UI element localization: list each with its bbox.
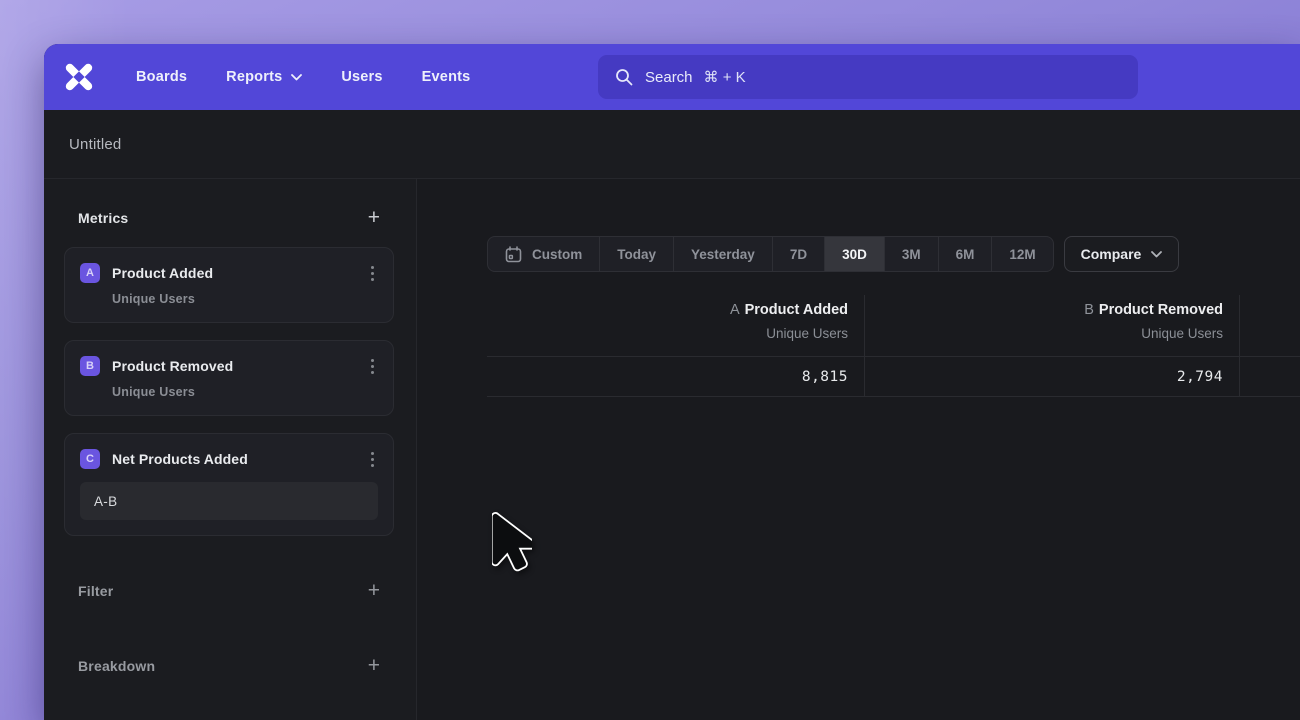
add-filter-button[interactable]: +: [368, 582, 380, 600]
search-icon: [615, 68, 633, 86]
nav-item-boards[interactable]: Boards: [136, 69, 187, 85]
table-header-col-a: A Product Added Unique Users: [487, 295, 865, 356]
breakdown-label: Breakdown: [78, 658, 155, 674]
app-window: Boards Reports Users Events Search ⌘ + K…: [44, 44, 1300, 720]
nav-item-reports-label: Reports: [226, 69, 282, 85]
app-logo-icon[interactable]: [64, 62, 94, 92]
range-today[interactable]: Today: [599, 237, 673, 271]
add-breakdown-button[interactable]: +: [368, 657, 380, 675]
breakdown-section: Breakdown +: [78, 657, 380, 675]
metric-card-head: C Net Products Added: [80, 449, 378, 469]
range-6m[interactable]: 6M: [938, 237, 992, 271]
range-12m[interactable]: 12M: [991, 237, 1052, 271]
table-cell-b[interactable]: 2,794: [865, 357, 1240, 396]
metric-name: Product Added: [112, 265, 213, 281]
table-header-col-b: B Product Removed Unique Users: [865, 295, 1240, 356]
filter-section: Filter +: [78, 582, 380, 600]
column-title: A Product Added: [487, 302, 848, 318]
search-shortcut: ⌘ + K: [704, 68, 746, 86]
table-header-row: A Product Added Unique Users B Product Rem…: [487, 295, 1300, 356]
chevron-down-icon: [291, 74, 302, 81]
chevron-down-icon: [1151, 251, 1162, 258]
metric-name: Product Removed: [112, 358, 233, 374]
calendar-icon: [505, 246, 522, 263]
range-custom-label: Custom: [532, 247, 582, 262]
compare-label: Compare: [1081, 246, 1142, 262]
metric-card-c[interactable]: C Net Products Added A-B: [64, 433, 394, 536]
column-prefix: B: [1084, 302, 1094, 318]
report-header: Untitled: [44, 110, 1300, 179]
nav-item-reports[interactable]: Reports: [226, 69, 302, 85]
metric-badge-a: A: [80, 263, 100, 283]
mouse-cursor-icon: [492, 510, 532, 572]
metric-card-head: B Product Removed: [80, 356, 378, 376]
range-3m[interactable]: 3M: [884, 237, 938, 271]
metric-value-a: 8,815: [802, 369, 848, 385]
date-range-picker: Custom Today Yesterday 7D 30D 3M 6M 12M: [487, 236, 1054, 272]
search-placeholder: Search ⌘ + K: [645, 68, 746, 86]
column-title: B Product Removed: [865, 302, 1223, 318]
column-metric-name: Product Added: [745, 302, 848, 318]
column-metric-name: Product Removed: [1099, 302, 1223, 318]
search-input[interactable]: Search ⌘ + K: [598, 55, 1138, 99]
range-30d-selected[interactable]: 30D: [824, 237, 884, 271]
nav-items: Boards Reports Users Events: [136, 69, 470, 85]
metric-value-b: 2,794: [1177, 369, 1223, 385]
range-custom[interactable]: Custom: [488, 237, 599, 271]
column-prefix: A: [730, 302, 740, 318]
sidebar: Metrics + A Product Added Unique Users B…: [44, 179, 417, 720]
metric-name: Net Products Added: [112, 451, 248, 467]
metrics-header: Metrics +: [78, 209, 380, 227]
column-subtitle: Unique Users: [487, 326, 848, 341]
column-subtitle: Unique Users: [865, 326, 1223, 341]
metric-card-a[interactable]: A Product Added Unique Users: [64, 247, 394, 323]
app-body: Metrics + A Product Added Unique Users B…: [44, 179, 1300, 720]
table-header-col-empty: [1240, 295, 1300, 356]
metric-card-b[interactable]: B Product Removed Unique Users: [64, 340, 394, 416]
nav-item-events[interactable]: Events: [422, 69, 471, 85]
results-table: A Product Added Unique Users B Product Rem…: [487, 295, 1300, 397]
compare-button[interactable]: Compare: [1064, 236, 1180, 272]
nav-item-users[interactable]: Users: [341, 69, 382, 85]
date-toolbar: Custom Today Yesterday 7D 30D 3M 6M 12M …: [487, 236, 1179, 272]
metric-card-head: A Product Added: [80, 263, 378, 283]
filter-label: Filter: [78, 583, 113, 599]
report-title[interactable]: Untitled: [69, 136, 121, 153]
kebab-menu-icon[interactable]: [367, 450, 378, 469]
top-nav: Boards Reports Users Events Search ⌘ + K: [44, 44, 1300, 110]
add-metric-button[interactable]: +: [368, 209, 380, 227]
table-cell-a[interactable]: 8,815: [487, 357, 865, 396]
metric-subtitle[interactable]: Unique Users: [112, 385, 378, 399]
search-placeholder-text: Search: [645, 69, 693, 86]
range-7d[interactable]: 7D: [772, 237, 824, 271]
table-cell-empty: [1240, 357, 1300, 396]
metric-subtitle[interactable]: Unique Users: [112, 292, 378, 306]
metrics-label: Metrics: [78, 210, 128, 226]
metric-badge-c: C: [80, 449, 100, 469]
kebab-menu-icon[interactable]: [367, 357, 378, 376]
main-content: Custom Today Yesterday 7D 30D 3M 6M 12M …: [417, 179, 1300, 720]
formula-input[interactable]: A-B: [80, 482, 378, 520]
metric-badge-b: B: [80, 356, 100, 376]
kebab-menu-icon[interactable]: [367, 264, 378, 283]
table-value-row: 8,815 2,794: [487, 356, 1300, 397]
range-yesterday[interactable]: Yesterday: [673, 237, 772, 271]
